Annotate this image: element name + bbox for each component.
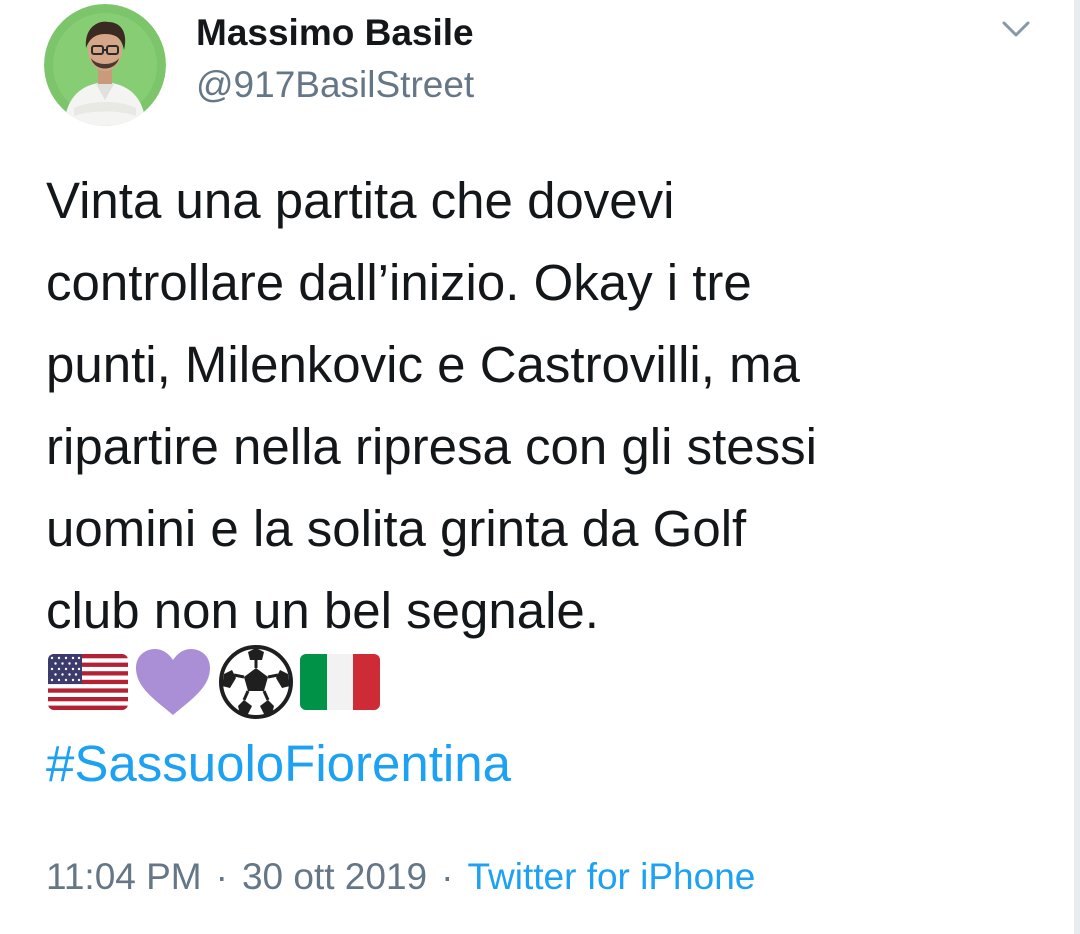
italy-flag-emoji bbox=[300, 654, 380, 710]
meta-separator: · bbox=[215, 856, 228, 897]
tweet-card: Massimo Basile @917BasilStreet Vinta una… bbox=[0, 0, 1080, 934]
hashtag-link[interactable]: #SassuoloFiorentina bbox=[46, 734, 511, 793]
tweet-date[interactable]: 30 ott 2019 bbox=[242, 856, 427, 898]
emoji-row bbox=[48, 644, 386, 720]
purple-heart-emoji bbox=[136, 649, 210, 715]
author-handle[interactable]: @917BasilStreet bbox=[196, 64, 474, 106]
screen-edge-divider bbox=[1074, 0, 1080, 934]
avatar-photo-icon bbox=[44, 4, 166, 126]
soccer-ball-emoji bbox=[219, 645, 293, 719]
author-name[interactable]: Massimo Basile bbox=[196, 12, 474, 54]
meta-separator: · bbox=[441, 856, 454, 897]
tweet-meta: 11:04 PM · 30 ott 2019 · Twitter for iPh… bbox=[46, 856, 755, 898]
tweet-text: Vinta una partita che dovevi controllare… bbox=[46, 172, 817, 639]
author-avatar[interactable] bbox=[44, 4, 166, 126]
tweet-source-link[interactable]: Twitter for iPhone bbox=[467, 856, 755, 898]
tweet-time: 11:04 PM bbox=[46, 856, 202, 897]
chevron-down-icon[interactable] bbox=[994, 12, 1038, 48]
us-flag-emoji bbox=[48, 654, 128, 710]
